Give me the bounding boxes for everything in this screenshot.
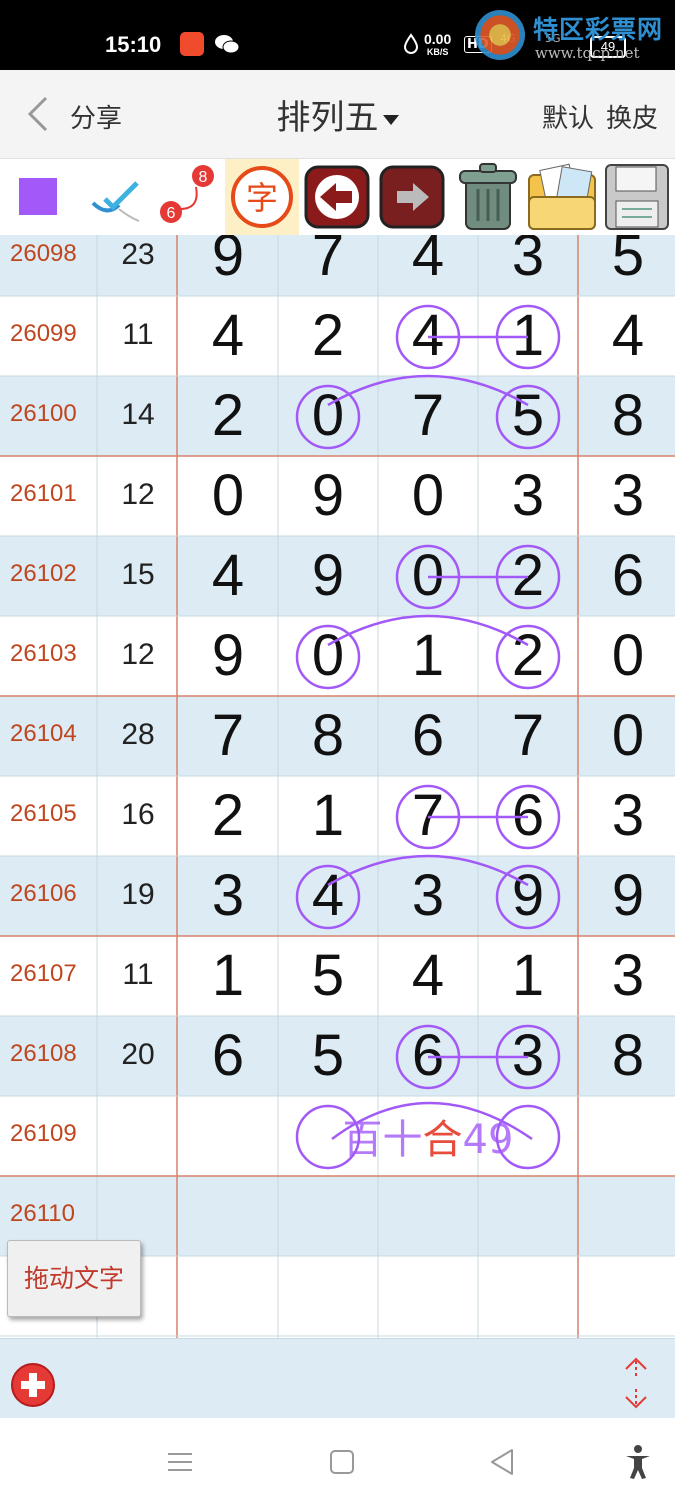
drawing-toolbar: 8 6 字: [0, 159, 675, 236]
color-square-icon: [19, 178, 57, 215]
annotation-part3: 49: [463, 1117, 514, 1163]
page-title: 排列五: [276, 98, 379, 138]
check-pen-icon: [91, 181, 140, 222]
marker-circle: [495, 624, 561, 690]
link-label-a: 8: [199, 169, 208, 186]
redo-button[interactable]: [375, 159, 449, 235]
net-speed-unit: KB/S: [426, 47, 449, 57]
results-grid[interactable]: 26098 23 9 7 4 3 5 26099 11 4 2 4 1 4 26100 14 2 0 7 5 8 2610…: [0, 235, 675, 1338]
grid-overlay: 百十合49: [0, 235, 675, 1338]
system-nav-bar: [0, 1418, 675, 1500]
marker-circle: [295, 384, 361, 450]
marker-circle: [295, 864, 361, 930]
insert-image-button[interactable]: [525, 159, 599, 235]
annotation-part2: 合: [423, 1117, 463, 1163]
marker-link-arc: [327, 374, 529, 407]
wechat-icon: [215, 35, 240, 54]
number-link-icon: 8 6: [160, 165, 214, 223]
status-bar: 15:10 0.00 KB/S HD 4G 5G 49 特区彩票网 www.tq…: [0, 0, 675, 70]
add-circle-icon[interactable]: [10, 1362, 56, 1408]
marker-circle: [495, 864, 561, 930]
data-drop-icon: [403, 33, 419, 54]
site-watermark: 特区彩票网 www.tqcp.net: [475, 6, 675, 66]
link-label-b: 6: [167, 205, 176, 222]
marker-link-arc: [327, 854, 529, 887]
annotation-part1: 百十: [343, 1117, 423, 1163]
chevron-down-icon: [382, 114, 399, 125]
watermark-title: 特区彩票网: [533, 15, 664, 44]
menu-icon[interactable]: [160, 1442, 200, 1482]
save-disk-icon: [605, 164, 669, 230]
photo-folder-icon: [528, 163, 596, 230]
marker-circle: [295, 624, 361, 690]
clock-time: 15:10: [105, 32, 162, 57]
watermark-url: www.tqcp.net: [535, 44, 640, 62]
text-char-button[interactable]: 字: [225, 159, 299, 235]
text-char-label: 字: [246, 179, 278, 217]
watermark-logo-icon: [475, 10, 525, 60]
home-square-icon[interactable]: [322, 1442, 362, 1482]
number-link-button[interactable]: 8 6: [150, 159, 224, 235]
check-pen-button[interactable]: [75, 159, 149, 235]
expand-vertical-icon[interactable]: [620, 1355, 652, 1411]
annotation-text: 百十合49: [343, 1117, 514, 1163]
undo-arrow-icon: [304, 165, 370, 229]
back-triangle-icon[interactable]: [482, 1442, 522, 1482]
save-button[interactable]: [600, 159, 674, 235]
bottom-toolbar: [0, 1338, 675, 1419]
net-speed: 0.00 KB/S: [424, 31, 452, 59]
color-picker-button[interactable]: [0, 159, 74, 235]
net-speed-value: 0.00: [424, 31, 452, 47]
text-char-icon: 字: [231, 166, 293, 228]
marker-circle: [495, 384, 561, 450]
drag-text-button[interactable]: 拖动文字: [7, 1240, 141, 1317]
change-skin-button[interactable]: 换皮: [606, 98, 658, 135]
undo-button[interactable]: [300, 159, 374, 235]
redo-arrow-icon: [379, 165, 445, 229]
app-notification-icon: [180, 32, 204, 56]
app-header: 分享 排列五 默认 换皮: [0, 70, 675, 159]
accessibility-icon[interactable]: [618, 1442, 658, 1482]
marker-link-arc: [327, 614, 529, 647]
clear-button[interactable]: [450, 159, 524, 235]
trash-can-icon: [459, 163, 517, 230]
default-button[interactable]: 默认: [542, 98, 594, 135]
